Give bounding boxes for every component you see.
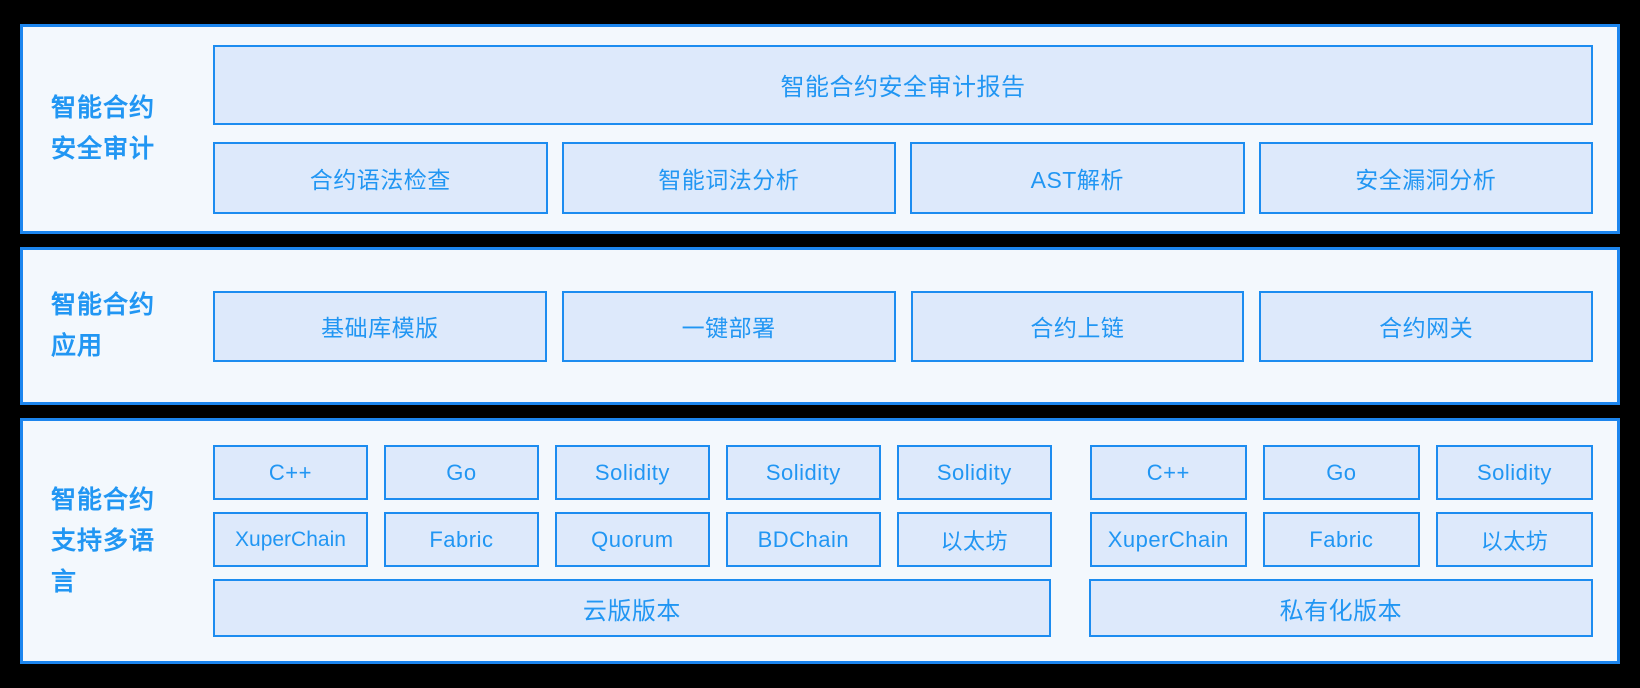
- section-title-line-2: 安全审计: [51, 135, 156, 163]
- section-title-line-1: 智能合约: [51, 291, 156, 319]
- section-title-application: 智能合约 应用: [23, 285, 213, 367]
- audit-report-box[interactable]: 智能合约安全审计报告: [213, 44, 1593, 125]
- private-chain-xuperchain[interactable]: XuperChain: [1089, 512, 1247, 567]
- audit-item-vulnerability-analysis[interactable]: 安全漏洞分析: [1258, 141, 1593, 214]
- private-chain-ethereum[interactable]: 以太坊: [1435, 512, 1593, 567]
- cloud-chain-quorum[interactable]: Quorum: [554, 512, 710, 567]
- cloud-language-solidity-2[interactable]: Solidity: [725, 445, 881, 500]
- application-item-row: 基础库模版 一键部署 合约上链 合约网关: [213, 290, 1593, 362]
- cloud-language-go[interactable]: Go: [383, 445, 539, 500]
- cloud-chain-bdchain[interactable]: BDChain: [725, 512, 881, 567]
- private-chain-group: XuperChain Fabric 以太坊: [1089, 512, 1593, 567]
- section-application: 智能合约 应用 基础库模版 一键部署 合约上链 合约网关: [20, 247, 1620, 405]
- audit-item-lexical-analysis[interactable]: 智能词法分析: [561, 141, 896, 214]
- cloud-chain-fabric[interactable]: Fabric: [383, 512, 539, 567]
- section-title-line-2: 支持多语: [51, 526, 156, 555]
- edition-private[interactable]: 私有化版本: [1088, 579, 1593, 637]
- private-language-go[interactable]: Go: [1262, 445, 1420, 500]
- private-language-solidity[interactable]: Solidity: [1435, 445, 1593, 500]
- cloud-chain-ethereum[interactable]: 以太坊: [896, 512, 1052, 567]
- cloud-language-solidity-3[interactable]: Solidity: [896, 445, 1052, 500]
- cloud-chain-group: XuperChain Fabric Quorum BDChain 以太坊: [213, 512, 1052, 567]
- section-body-multi-language: C++ Go Solidity Solidity Solidity C++ Go…: [213, 445, 1617, 637]
- cloud-chain-xuperchain[interactable]: XuperChain: [213, 512, 368, 567]
- section-title-line-1: 智能合约: [51, 94, 156, 122]
- architecture-diagram: 智能合约 安全审计 智能合约安全审计报告 合约语法检查 智能词法分析 AST解析…: [20, 24, 1620, 664]
- section-title-security-audit: 智能合约 安全审计: [23, 88, 213, 170]
- section-body-application: 基础库模版 一键部署 合约上链 合约网关: [213, 290, 1617, 362]
- section-security-audit: 智能合约 安全审计 智能合约安全审计报告 合约语法检查 智能词法分析 AST解析…: [20, 24, 1620, 234]
- section-title-line-3: 言: [51, 567, 78, 596]
- section-title-multi-language: 智能合约 支持多语 言: [23, 480, 213, 603]
- audit-item-syntax-check[interactable]: 合约语法检查: [213, 141, 548, 214]
- section-title-line-1: 智能合约: [51, 485, 156, 514]
- app-item-base-library-template[interactable]: 基础库模版: [213, 290, 547, 362]
- section-multi-language: 智能合约 支持多语 言 C++ Go Solidity Solidity Sol…: [20, 418, 1620, 664]
- app-item-one-click-deploy[interactable]: 一键部署: [561, 290, 896, 362]
- private-chain-fabric[interactable]: Fabric: [1262, 512, 1420, 567]
- section-title-line-2: 应用: [51, 332, 104, 360]
- audit-item-row: 合约语法检查 智能词法分析 AST解析 安全漏洞分析: [213, 141, 1593, 214]
- cloud-language-group: C++ Go Solidity Solidity Solidity: [213, 445, 1052, 500]
- audit-item-ast-parse[interactable]: AST解析: [910, 141, 1245, 214]
- chain-row: XuperChain Fabric Quorum BDChain 以太坊 Xup…: [213, 512, 1593, 567]
- language-row: C++ Go Solidity Solidity Solidity C++ Go…: [213, 445, 1593, 500]
- cloud-language-solidity-1[interactable]: Solidity: [554, 445, 710, 500]
- private-language-group: C++ Go Solidity: [1089, 445, 1593, 500]
- section-body-security-audit: 智能合约安全审计报告 合约语法检查 智能词法分析 AST解析 安全漏洞分析: [213, 44, 1617, 214]
- edition-cloud[interactable]: 云版版本: [213, 579, 1051, 637]
- app-item-contract-gateway[interactable]: 合约网关: [1259, 290, 1593, 362]
- edition-row: 云版版本 私有化版本: [213, 579, 1593, 637]
- cloud-language-cpp[interactable]: C++: [213, 445, 368, 500]
- app-item-contract-on-chain[interactable]: 合约上链: [910, 290, 1245, 362]
- private-language-cpp[interactable]: C++: [1089, 445, 1247, 500]
- language-grid: C++ Go Solidity Solidity Solidity C++ Go…: [213, 445, 1593, 637]
